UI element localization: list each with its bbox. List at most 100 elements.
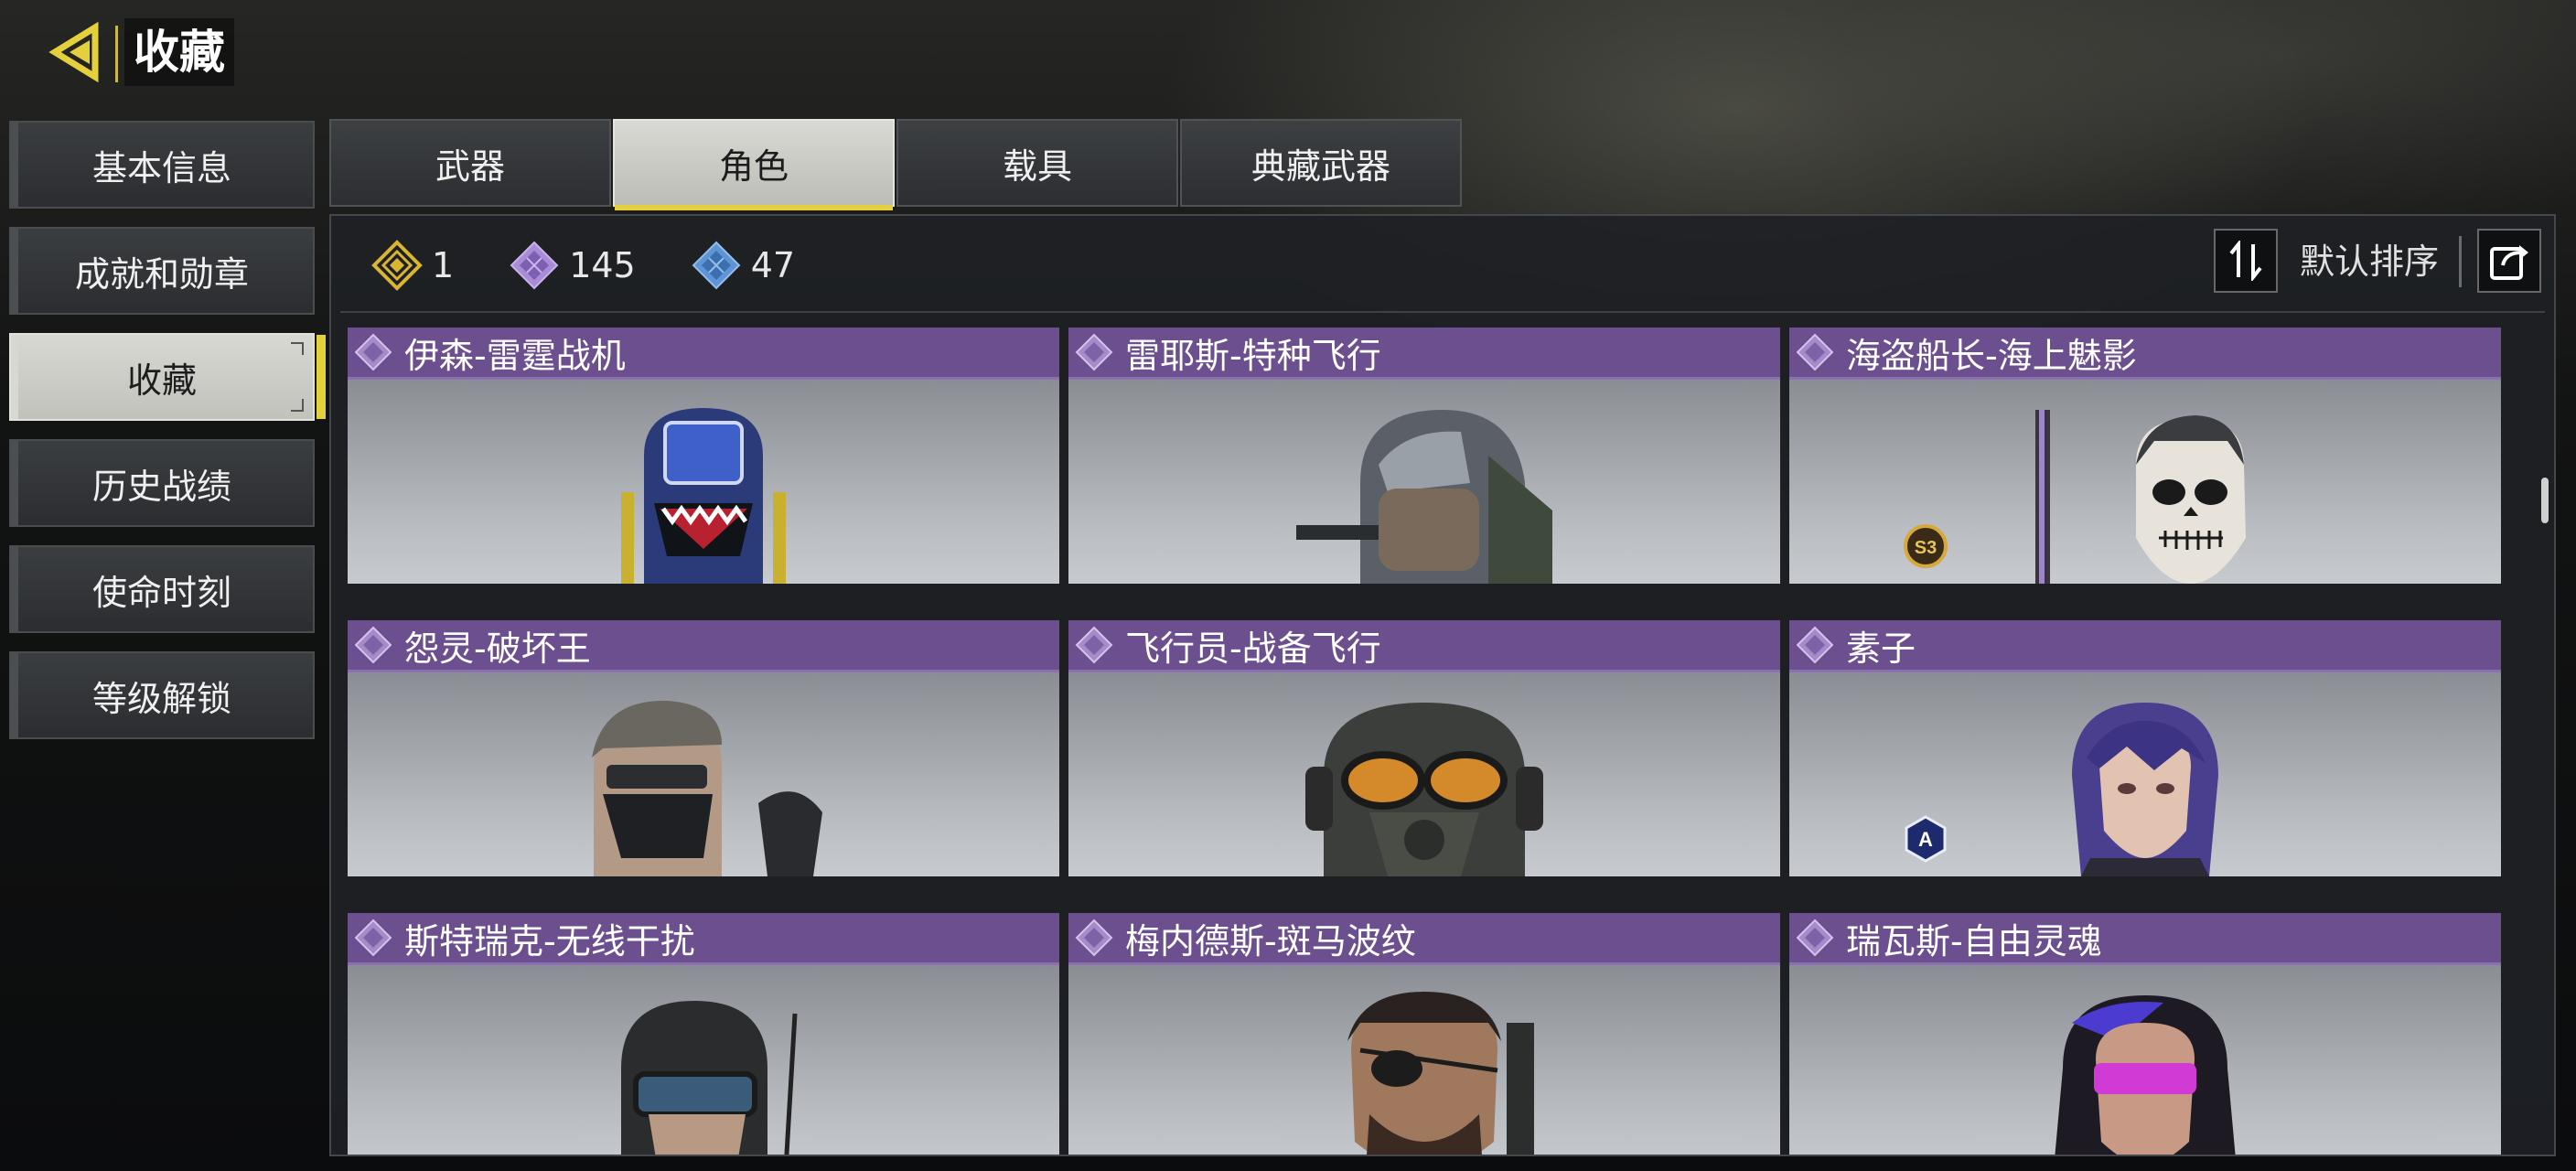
card-title: 雷耶斯-特种飞行 [1125, 335, 1381, 376]
sidebar-item-label: 成就和勋章 [74, 253, 249, 295]
card-title: 瑞瓦斯-自由灵魂 [1846, 920, 2102, 962]
purple-rarity-icon [354, 919, 392, 957]
character-card[interactable]: 伊森-雷霆战机 [348, 328, 1059, 584]
count-blue: 47 [691, 240, 795, 291]
corner-mark [291, 399, 304, 412]
card-title: 素子 [1846, 628, 1916, 669]
corner-mark [291, 342, 304, 355]
active-indicator [317, 335, 326, 419]
card-title: 海盗船长-海上魅影 [1846, 335, 2137, 376]
back-button[interactable] [48, 20, 112, 84]
sidebar-item-label: 等级解锁 [91, 678, 231, 719]
share-button[interactable] [2477, 229, 2541, 293]
purple-rarity-icon [354, 333, 392, 371]
purple-rarity-icon [1796, 919, 1834, 957]
sort-label[interactable]: 默认排序 [2300, 234, 2439, 289]
card-header: 斯特瑞克-无线干扰 [348, 913, 1059, 965]
tab-legendary-weapons[interactable]: 典藏武器 [1180, 119, 1462, 207]
count-purple: 145 [509, 240, 636, 291]
scrollbar-thumb[interactable] [2541, 478, 2549, 523]
svg-text:S3: S3 [1915, 538, 1937, 558]
sidebar-item-label: 基本信息 [91, 147, 231, 188]
page-title: 收藏 [124, 18, 234, 86]
tab-weapons[interactable]: 武器 [329, 119, 611, 207]
count-value: 145 [569, 245, 636, 285]
card-portrait-area [348, 965, 1059, 1155]
blue-diamond-icon [692, 241, 741, 290]
eyepatch-man-portrait [1347, 992, 1534, 1155]
pilot-helmet-portrait [621, 408, 786, 584]
goggles-gasmask-portrait [1305, 703, 1543, 876]
sidebar-item-basic-info[interactable]: 基本信息 [9, 121, 315, 209]
tab-characters[interactable]: 角色 [613, 119, 895, 210]
character-card[interactable]: 怨灵-破坏王 [348, 620, 1059, 876]
purple-rarity-icon [1075, 333, 1113, 371]
character-card[interactable]: 素子 A [1789, 620, 2501, 876]
season-badge-icon: S3 [1904, 524, 1948, 568]
purple-hair-portrait [2072, 703, 2218, 876]
card-title: 伊森-雷霆战机 [404, 335, 626, 376]
nvg-soldier-portrait [621, 1001, 798, 1155]
sidebar-item-collection[interactable]: 收藏 [9, 333, 326, 421]
card-header: 飞行员-战备飞行 [1068, 620, 1780, 672]
character-card[interactable]: 斯特瑞克-无线干扰 [348, 913, 1059, 1155]
sidebar-item-label: 使命时刻 [91, 572, 231, 613]
skull-mask-portrait [2035, 410, 2246, 584]
gold-diamond-icon [371, 240, 423, 291]
sidebar-item-label: 历史战绩 [91, 466, 231, 507]
character-card[interactable]: 雷耶斯-特种飞行 [1068, 328, 1780, 584]
share-icon [2490, 245, 2528, 280]
tab-label: 载具 [1002, 145, 1072, 187]
toolbar-divider [2459, 236, 2462, 287]
card-title: 梅内德斯-斑马波纹 [1125, 920, 1416, 962]
back-arrow-icon [48, 21, 99, 83]
flight-helmet-portrait [1296, 410, 1552, 584]
tab-label: 典藏武器 [1250, 145, 1390, 187]
sidebar-item-achievements[interactable]: 成就和勋章 [9, 227, 315, 315]
card-portrait-area: S3 [1789, 380, 2501, 584]
card-portrait-area [1068, 380, 1780, 584]
card-portrait-area [1068, 672, 1780, 876]
svg-text:A: A [1918, 828, 1933, 851]
purple-rarity-icon [1796, 626, 1834, 664]
panel-divider [340, 311, 2545, 313]
tab-label: 武器 [435, 145, 505, 187]
card-header: 怨灵-破坏王 [348, 620, 1059, 672]
rarity-counts: 1 145 47 [371, 238, 850, 293]
header-divider [115, 26, 118, 82]
sort-arrows-icon [2229, 241, 2262, 281]
card-header: 素子 [1789, 620, 2501, 672]
card-portrait-area [1789, 965, 2501, 1155]
card-title: 斯特瑞克-无线干扰 [404, 920, 695, 962]
card-portrait-area: A [1789, 672, 2501, 876]
tab-vehicles[interactable]: 载具 [896, 119, 1178, 207]
card-portrait-area [348, 672, 1059, 876]
sidebar-item-history[interactable]: 历史战绩 [9, 439, 315, 527]
masked-soldier-portrait [592, 700, 822, 876]
purple-glasses-portrait [2055, 995, 2236, 1155]
character-card[interactable]: 飞行员-战备飞行 [1068, 620, 1780, 876]
purple-rarity-icon [1075, 919, 1113, 957]
card-portrait-area [1068, 965, 1780, 1155]
count-value: 1 [432, 245, 455, 285]
card-title: 飞行员-战备飞行 [1125, 628, 1381, 669]
count-gold: 1 [371, 240, 454, 291]
purple-rarity-icon [354, 626, 392, 664]
sort-toggle-button[interactable] [2214, 229, 2278, 293]
character-card[interactable]: 瑞瓦斯-自由灵魂 [1789, 913, 2501, 1155]
crossover-badge-icon: A [1905, 815, 1947, 863]
character-card[interactable]: 海盗船长-海上魅影 S3 [1789, 328, 2501, 584]
purple-diamond-icon [510, 241, 559, 290]
character-card[interactable]: 梅内德斯-斑马波纹 [1068, 913, 1780, 1155]
card-header: 雷耶斯-特种飞行 [1068, 328, 1780, 380]
sidebar-item-mission-moments[interactable]: 使命时刻 [9, 545, 315, 633]
card-portrait-area [348, 380, 1059, 584]
card-header: 梅内德斯-斑马波纹 [1068, 913, 1780, 965]
purple-rarity-icon [1796, 333, 1834, 371]
card-title: 怨灵-破坏王 [404, 628, 591, 669]
card-header: 伊森-雷霆战机 [348, 328, 1059, 380]
purple-rarity-icon [1075, 626, 1113, 664]
sidebar-item-level-unlock[interactable]: 等级解锁 [9, 651, 315, 739]
sidebar-item-label: 收藏 [126, 360, 197, 401]
card-header: 海盗船长-海上魅影 [1789, 328, 2501, 380]
